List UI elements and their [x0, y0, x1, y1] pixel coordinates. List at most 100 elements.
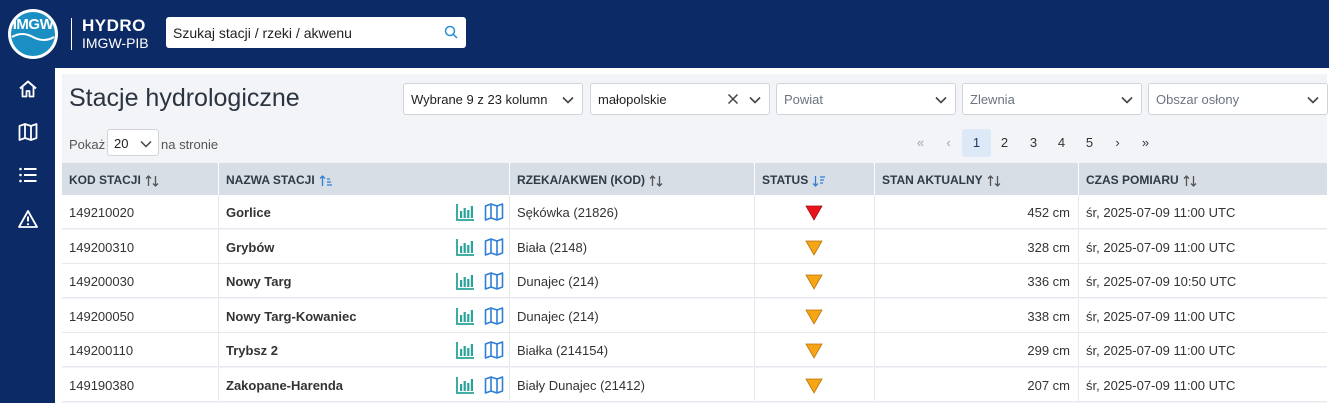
- map-icon[interactable]: [484, 202, 504, 222]
- col-header-name[interactable]: NAZWA STACJI: [219, 163, 510, 195]
- warning-status-icon: [805, 240, 823, 256]
- logo-text: IMGW: [12, 16, 54, 33]
- clear-icon[interactable]: [727, 93, 739, 105]
- sort-icon: [987, 174, 1001, 187]
- cell-river: Sękówka (21826): [510, 195, 755, 229]
- col-header-time[interactable]: CZAS POMIARU: [1079, 163, 1327, 195]
- chevron-down-icon: [749, 96, 761, 104]
- cell-level: 207 cm: [875, 367, 1079, 402]
- chevron-down-icon: [140, 140, 152, 148]
- cell-river: Biały Dunajec (21412): [510, 367, 755, 402]
- catchment-select[interactable]: Zlewnia: [962, 83, 1142, 115]
- table-row[interactable]: 149200110 Trybsz 2 Białka (214154) 299 cm śr…: [62, 333, 1327, 367]
- table-row[interactable]: 149200030 Nowy Targ Dunajec (214) 336 cm śr,…: [62, 264, 1327, 298]
- sort-icon: [649, 174, 663, 187]
- home-icon: [18, 80, 37, 98]
- water-level: 299 cm: [1027, 343, 1070, 358]
- columns-select[interactable]: Wybrane 9 z 23 kolumn: [403, 83, 583, 115]
- voivodeship-select[interactable]: małopolskie: [590, 83, 770, 115]
- map-icon[interactable]: [484, 375, 504, 395]
- water-level: 328 cm: [1027, 239, 1070, 255]
- cell-name: Zakopane-Harenda: [219, 367, 510, 402]
- alarm-status-icon: [805, 205, 823, 221]
- warning-icon: [17, 210, 38, 228]
- sidebar-item-map[interactable]: [0, 114, 55, 150]
- cell-code: 149200030: [62, 264, 219, 298]
- table-row[interactable]: 149190380 Zakopane-Harenda Biały Dunajec (…: [62, 367, 1327, 402]
- chart-icon[interactable]: [455, 202, 475, 222]
- first-page-button[interactable]: «: [906, 129, 935, 157]
- sidebar-item-list[interactable]: [0, 157, 55, 193]
- cell-time: śr, 2025-07-09 11:00 UTC: [1079, 195, 1327, 229]
- per-page-label: na stronie: [161, 137, 219, 152]
- chart-icon[interactable]: [455, 375, 475, 395]
- cell-code: 149200310: [62, 229, 219, 264]
- station-name-link[interactable]: Grybów: [226, 240, 274, 255]
- chevron-down-icon: [562, 96, 574, 104]
- page-size-select[interactable]: 20: [107, 129, 159, 156]
- table-row[interactable]: 149200050 Nowy Targ-Kowaniec Dunajec (214)…: [62, 298, 1327, 333]
- page-button-1[interactable]: 1: [962, 129, 991, 157]
- cell-time: śr, 2025-07-09 11:00 UTC: [1079, 333, 1327, 367]
- prev-page-button[interactable]: ‹: [934, 129, 963, 157]
- protected-area-select[interactable]: Obszar osłony: [1148, 83, 1328, 115]
- sidebar-item-home[interactable]: [0, 71, 55, 107]
- cell-river: Białka (214154): [510, 333, 755, 367]
- brand-subtitle[interactable]: IMGW-PIB: [82, 35, 149, 51]
- next-page-button[interactable]: ›: [1103, 129, 1132, 157]
- page-button-3[interactable]: 3: [1019, 129, 1048, 157]
- chart-icon[interactable]: [455, 306, 475, 326]
- cell-level: 338 cm: [875, 298, 1079, 333]
- map-icon[interactable]: [484, 340, 504, 360]
- cell-code: 149200110: [62, 333, 219, 367]
- cell-name: Gorlice: [219, 195, 510, 229]
- brand-title[interactable]: HYDRO: [82, 16, 146, 36]
- station-name-link[interactable]: Zakopane-Harenda: [226, 378, 343, 393]
- table-row[interactable]: 149210020 Gorlice Sękówka (21826) 452 cm śr,…: [62, 195, 1327, 229]
- river-name: Biały Dunajec (21412): [517, 377, 645, 393]
- river-name: Białka (214154): [517, 343, 609, 358]
- cell-status: [755, 264, 875, 298]
- page-button-5[interactable]: 5: [1075, 129, 1104, 157]
- imgw-logo[interactable]: IMGW: [8, 9, 58, 59]
- col-header-status-label: STATUS: [762, 173, 809, 187]
- cell-code: 149210020: [62, 195, 219, 229]
- last-page-button[interactable]: »: [1131, 129, 1160, 157]
- sidebar-item-warnings[interactable]: [0, 201, 55, 237]
- chevron-down-icon: [1121, 96, 1133, 104]
- chart-icon[interactable]: [455, 237, 475, 257]
- page-button-4[interactable]: 4: [1047, 129, 1076, 157]
- station-name-link[interactable]: Nowy Targ: [226, 274, 292, 289]
- cell-status: [755, 195, 875, 229]
- station-name-link[interactable]: Trybsz 2: [226, 343, 278, 358]
- warning-status-icon: [805, 274, 823, 290]
- station-code: 149190380: [69, 377, 135, 393]
- col-header-status[interactable]: STATUS: [755, 163, 875, 195]
- station-name-link[interactable]: Gorlice: [226, 205, 271, 220]
- search-input[interactable]: [166, 17, 436, 48]
- river-name: Dunajec (214): [517, 274, 599, 289]
- county-select[interactable]: Powiat: [776, 83, 956, 115]
- chart-icon[interactable]: [455, 271, 475, 291]
- chart-icon[interactable]: [455, 340, 475, 360]
- voivodeship-select-value: małopolskie: [598, 92, 667, 107]
- station-name-link[interactable]: Nowy Targ-Kowaniec: [226, 309, 357, 324]
- cell-river: Biała (2148): [510, 229, 755, 264]
- cell-time: śr, 2025-07-09 10:50 UTC: [1079, 264, 1327, 298]
- table-row[interactable]: 149200310 Grybów Biała (2148) 328 cm śr, 202…: [62, 229, 1327, 264]
- search-icon[interactable]: [444, 25, 458, 39]
- col-header-river[interactable]: RZEKA/AKWEN (KOD): [510, 163, 755, 195]
- col-header-code[interactable]: KOD STACJI: [62, 163, 219, 195]
- page-button-2[interactable]: 2: [990, 129, 1019, 157]
- river-name: Biała (2148): [517, 239, 588, 255]
- map-icon[interactable]: [484, 237, 504, 257]
- cell-status: [755, 333, 875, 367]
- water-level: 338 cm: [1027, 308, 1070, 324]
- cell-name: Nowy Targ: [219, 264, 510, 298]
- map-icon[interactable]: [484, 271, 504, 291]
- protected-area-select-placeholder: Obszar osłony: [1156, 92, 1240, 107]
- map-icon[interactable]: [484, 306, 504, 326]
- col-header-level[interactable]: STAN AKTUALNY: [875, 163, 1079, 195]
- warning-status-icon: [805, 378, 823, 394]
- station-search[interactable]: [166, 17, 466, 48]
